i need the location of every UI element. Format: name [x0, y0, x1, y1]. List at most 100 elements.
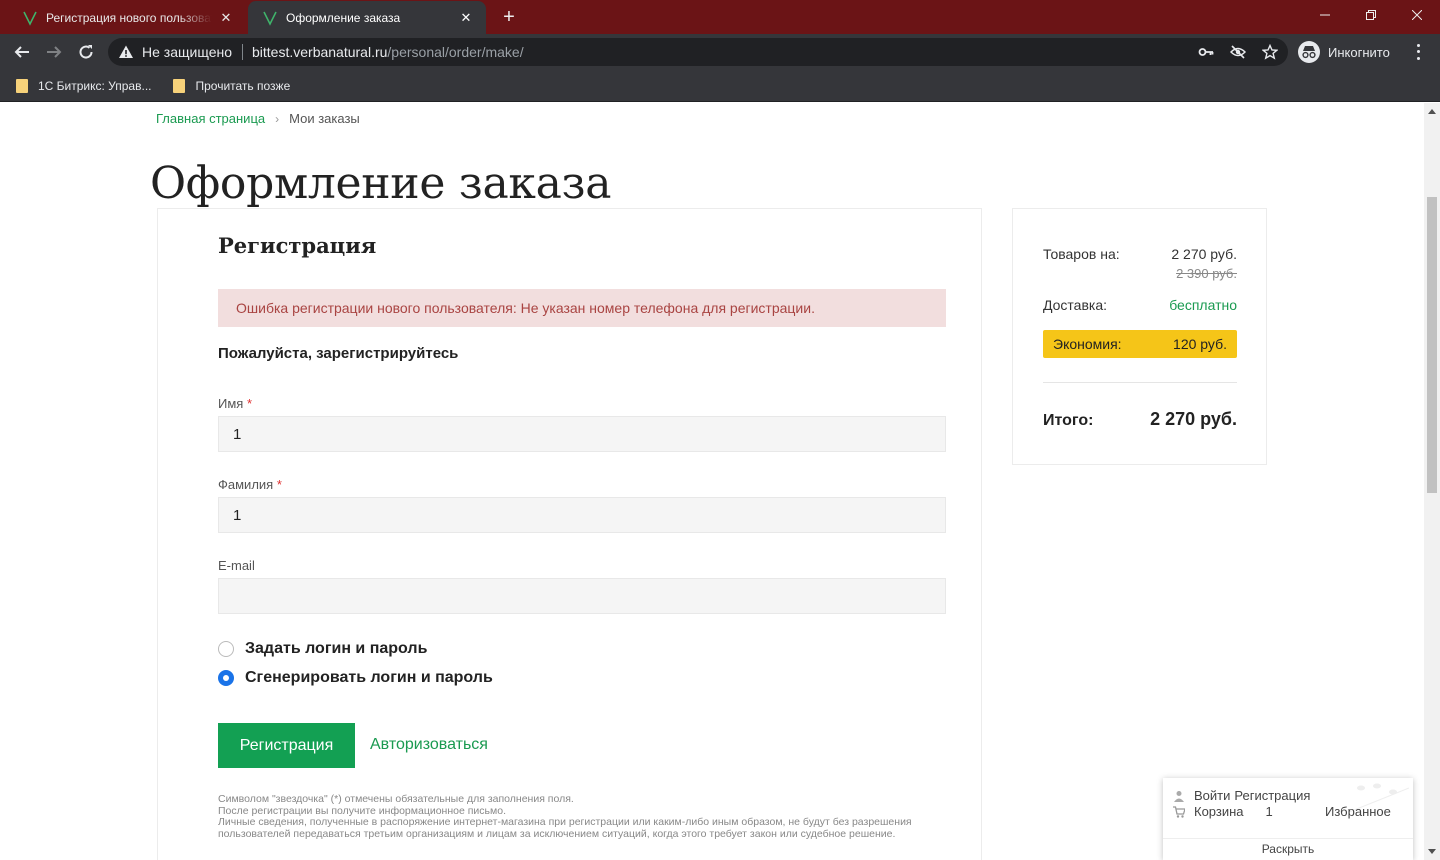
- favorites-link[interactable]: Избранное: [1325, 804, 1391, 819]
- registration-title: Регистрация: [218, 233, 377, 258]
- restore-button[interactable]: [1348, 0, 1394, 30]
- error-alert: Ошибка регистрации нового пользователя: …: [218, 289, 946, 327]
- register-button[interactable]: Регистрация: [218, 723, 355, 768]
- tab-registration[interactable]: Регистрация нового пользовате ✕: [8, 1, 246, 34]
- user-panel-widget: Войти Регистрация Корзина 1 Избранное Ра…: [1163, 778, 1413, 860]
- email-label: E-mail: [218, 558, 255, 573]
- summary-divider: [1043, 382, 1237, 383]
- minimize-button[interactable]: [1302, 0, 1348, 30]
- expand-button[interactable]: Раскрыть: [1163, 838, 1413, 860]
- bookmarks-bar: 1С Битрикс: Управ... Прочитать позже: [0, 70, 1440, 102]
- reload-button[interactable]: [74, 40, 98, 64]
- radio-label: Сгенерировать логин и пароль: [245, 669, 493, 686]
- login-widget-link[interactable]: Войти: [1194, 788, 1230, 803]
- economy-label: Экономия:: [1053, 336, 1122, 352]
- verba-favicon-icon: [23, 11, 37, 26]
- cart-count: 1: [1265, 804, 1273, 819]
- restore-icon: [1366, 10, 1376, 20]
- omnibox-divider: [242, 44, 243, 60]
- breadcrumb-separator: ›: [275, 111, 280, 126]
- forward-button[interactable]: [42, 40, 66, 64]
- browser-menu-icon[interactable]: [1410, 42, 1426, 62]
- tab-close-icon[interactable]: ✕: [458, 10, 474, 26]
- star-icon[interactable]: [1262, 44, 1278, 60]
- security-status[interactable]: Не защищено: [142, 44, 232, 60]
- delivery-label: Доставка:: [1043, 297, 1108, 313]
- login-link[interactable]: Авторизоваться: [370, 736, 488, 754]
- warning-icon[interactable]: [118, 44, 134, 60]
- radio-label: Задать логин и пароль: [245, 640, 428, 657]
- total-label: Итого:: [1043, 412, 1094, 429]
- tab-title: Оформление заказа: [286, 10, 401, 25]
- bookmark-bitrix[interactable]: 1С Битрикс: Управ...: [16, 78, 152, 93]
- new-tab-button[interactable]: +: [498, 6, 520, 28]
- required-mark: *: [246, 396, 253, 411]
- scroll-down-icon[interactable]: [1428, 849, 1436, 854]
- radio-button[interactable]: [218, 641, 234, 657]
- arrow-left-icon: [14, 46, 29, 58]
- tab-strip: Регистрация нового пользовате ✕ Оформлен…: [0, 0, 1440, 34]
- footnote-line: Личные сведения, полученные в распоряжен…: [218, 816, 912, 840]
- page-viewport: Главная страница › Мои заказы Оформление…: [0, 103, 1424, 860]
- cart-label: Корзина: [1194, 804, 1244, 819]
- delivery-row: Доставка: бесплатно: [1043, 297, 1237, 313]
- radio-generate-credentials[interactable]: Сгенерировать логин и пароль: [218, 669, 493, 687]
- breadcrumb-current[interactable]: Мои заказы: [289, 111, 360, 126]
- key-icon[interactable]: [1198, 44, 1214, 60]
- delivery-value: бесплатно: [1169, 297, 1237, 313]
- user-icon: [1174, 790, 1184, 802]
- economy-row: Экономия: 120 руб.: [1043, 330, 1237, 358]
- footnote-line: Символом "звездочка" (*) отмечены обязат…: [218, 793, 574, 805]
- register-widget-link[interactable]: Регистрация: [1234, 788, 1310, 803]
- reload-icon: [79, 45, 93, 59]
- last-name-input[interactable]: [218, 497, 946, 533]
- goods-total-row: Товаров на: 2 270 руб.: [1043, 246, 1237, 262]
- auth-links-row: Войти Регистрация: [1173, 788, 1314, 803]
- scroll-up-icon[interactable]: [1428, 109, 1436, 114]
- incognito-label: Инкогнито: [1328, 44, 1390, 60]
- url-path: /personal/order/make/: [387, 44, 524, 60]
- radio-set-credentials[interactable]: Задать логин и пароль: [218, 640, 427, 658]
- cart-icon: [1173, 805, 1185, 818]
- arrow-right-icon: [47, 46, 62, 58]
- page-title: Оформление заказа: [150, 158, 612, 209]
- goods-label: Товаров на:: [1043, 246, 1120, 262]
- total-row: Итого: 2 270 руб.: [1043, 409, 1237, 430]
- order-summary: Товаров на: 2 270 руб. 2 390 руб. Достав…: [1012, 208, 1267, 465]
- url-host: bittest.verbanatural.ru: [252, 44, 388, 60]
- scrollbar-thumb[interactable]: [1427, 197, 1437, 493]
- total-value: 2 270 руб.: [1150, 409, 1237, 429]
- page-scrollbar[interactable]: [1424, 103, 1440, 860]
- goods-old-price: 2 390 руб.: [1176, 266, 1237, 281]
- form-footnote: Символом "звездочка" (*) отмечены обязат…: [218, 793, 958, 840]
- back-button[interactable]: [10, 40, 34, 64]
- bookmark-page-icon: [16, 78, 28, 93]
- bookmark-label: Прочитать позже: [195, 78, 291, 93]
- incognito-icon: [1298, 41, 1320, 63]
- email-input[interactable]: [218, 578, 946, 614]
- bookmark-read-later[interactable]: Прочитать позже: [173, 78, 291, 93]
- close-window-button[interactable]: [1394, 0, 1440, 30]
- tab-checkout[interactable]: Оформление заказа ✕: [248, 1, 486, 34]
- cart-row[interactable]: Корзина 1: [1173, 804, 1273, 819]
- minimize-icon: [1320, 14, 1330, 16]
- economy-value: 120 руб.: [1173, 336, 1227, 352]
- goods-value: 2 270 руб.: [1171, 246, 1237, 262]
- bookmark-label: 1С Битрикс: Управ...: [38, 78, 152, 93]
- eye-off-icon[interactable]: [1230, 44, 1246, 60]
- radio-button[interactable]: [218, 670, 234, 686]
- bookmark-page-icon: [173, 78, 186, 93]
- tab-close-icon[interactable]: ✕: [218, 10, 234, 26]
- register-prompt: Пожалуйста, зарегистрируйтесь: [218, 345, 459, 362]
- address-bar[interactable]: Не защищено bittest.verbanatural.ru/pers…: [108, 38, 1288, 66]
- last-name-label: Фамилия *: [218, 477, 282, 492]
- breadcrumb: Главная страница › Мои заказы: [156, 111, 360, 126]
- incognito-badge[interactable]: Инкогнито: [1298, 40, 1390, 64]
- required-mark: *: [276, 477, 282, 492]
- close-icon: [1412, 10, 1422, 20]
- breadcrumb-home-link[interactable]: Главная страница: [156, 111, 265, 126]
- tab-title: Регистрация нового пользовате: [46, 10, 212, 25]
- verba-favicon-icon: [263, 11, 277, 26]
- first-name-input[interactable]: [218, 416, 946, 452]
- registration-card: Регистрация Ошибка регистрации нового по…: [157, 208, 982, 860]
